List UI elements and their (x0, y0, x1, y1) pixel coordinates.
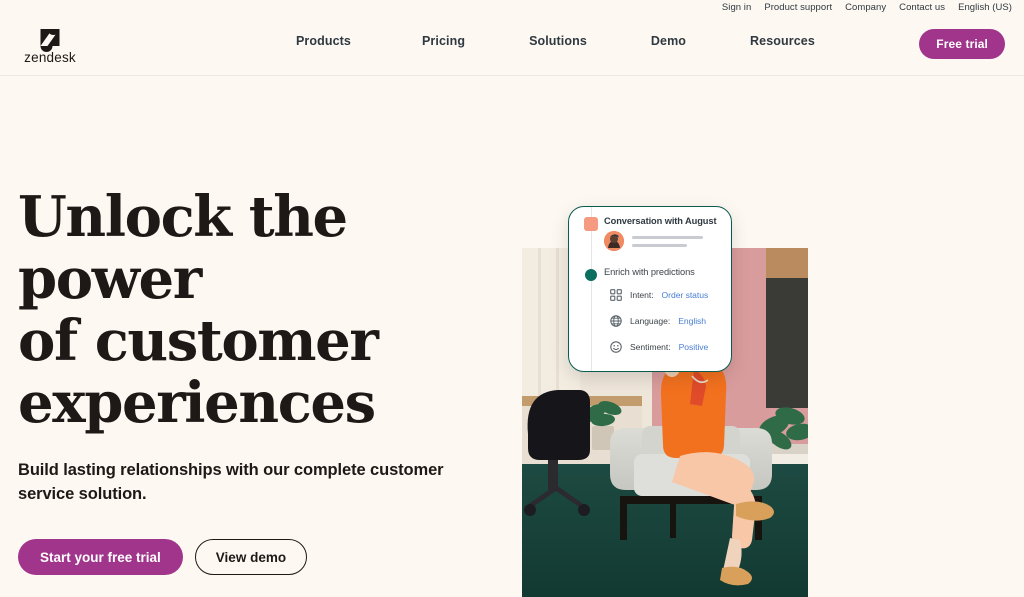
contact-placeholder-lines (632, 235, 703, 248)
nav-item-resources[interactable]: Resources (750, 34, 815, 48)
prediction-card: Conversation with August Enrich with pre… (568, 206, 732, 372)
hero-title-line-2: of customer (18, 308, 379, 374)
prediction-label: Sentiment: (630, 342, 671, 352)
utility-link-sign-in[interactable]: Sign in (722, 0, 751, 16)
enrich-section-title: Enrich with predictions (604, 267, 695, 277)
language-selector[interactable]: English (US) (958, 0, 1012, 16)
hero-section: Unlock the power of customer experiences… (0, 76, 1024, 597)
card-title: Conversation with August (604, 216, 717, 226)
prediction-row-intent: Intent: Order status (610, 289, 708, 301)
utility-nav: Sign in Product support Company Contact … (722, 0, 1012, 16)
hero-title-line-1: Unlock the power (18, 184, 348, 312)
utility-link-contact-us[interactable]: Contact us (899, 0, 945, 16)
zendesk-logo-icon: zendesk (24, 29, 76, 65)
avatar (604, 231, 624, 251)
prediction-label: Language: (630, 316, 671, 326)
hero-title-line-3: experiences (18, 370, 376, 436)
hero-subtitle: Build lasting relationships with our com… (18, 461, 444, 503)
view-demo-button[interactable]: View demo (194, 539, 308, 575)
card-contact-row (604, 231, 703, 251)
free-trial-button[interactable]: Free trial (919, 29, 1005, 59)
utility-link-product-support[interactable]: Product support (764, 0, 832, 16)
card-timeline-rail (591, 207, 592, 371)
placeholder-line (632, 235, 703, 239)
hero-copy: Unlock the power of customer experiences… (18, 186, 488, 575)
site-header: Sign in Product support Company Contact … (0, 0, 1024, 76)
header-main-row: zendesk Products Pricing Solutions Demo … (0, 16, 1024, 76)
avatar-icon (604, 231, 624, 251)
main-nav: Products Pricing Solutions Demo Resource… (296, 34, 815, 48)
prediction-label: Intent: (630, 290, 654, 300)
start-free-trial-button[interactable]: Start your free trial (18, 539, 183, 575)
prediction-row-sentiment: Sentiment: Positive (610, 341, 708, 353)
prediction-value[interactable]: Order status (662, 290, 709, 300)
svg-text:zendesk: zendesk (24, 50, 76, 65)
nav-item-products[interactable]: Products (296, 34, 351, 48)
prediction-value[interactable]: Positive (679, 342, 709, 352)
prediction-row-language: Language: English (610, 315, 708, 327)
utility-link-company[interactable]: Company (845, 0, 886, 16)
zendesk-logo[interactable]: zendesk (19, 17, 81, 65)
nav-item-pricing[interactable]: Pricing (422, 34, 465, 48)
nav-item-solutions[interactable]: Solutions (529, 34, 587, 48)
enrich-marker-icon (585, 269, 597, 281)
prediction-value[interactable]: English (678, 316, 706, 326)
placeholder-line (632, 244, 687, 248)
nav-item-demo[interactable]: Demo (651, 34, 686, 48)
grid-icon (610, 289, 622, 301)
conversation-marker-icon (584, 217, 598, 231)
page-title: Unlock the power of customer experiences (18, 186, 488, 434)
hero-cta-group: Start your free trial View demo (18, 539, 488, 575)
prediction-rows: Intent: Order status Language: English S… (610, 289, 708, 353)
smiley-icon (610, 341, 622, 353)
globe-icon (610, 315, 622, 327)
